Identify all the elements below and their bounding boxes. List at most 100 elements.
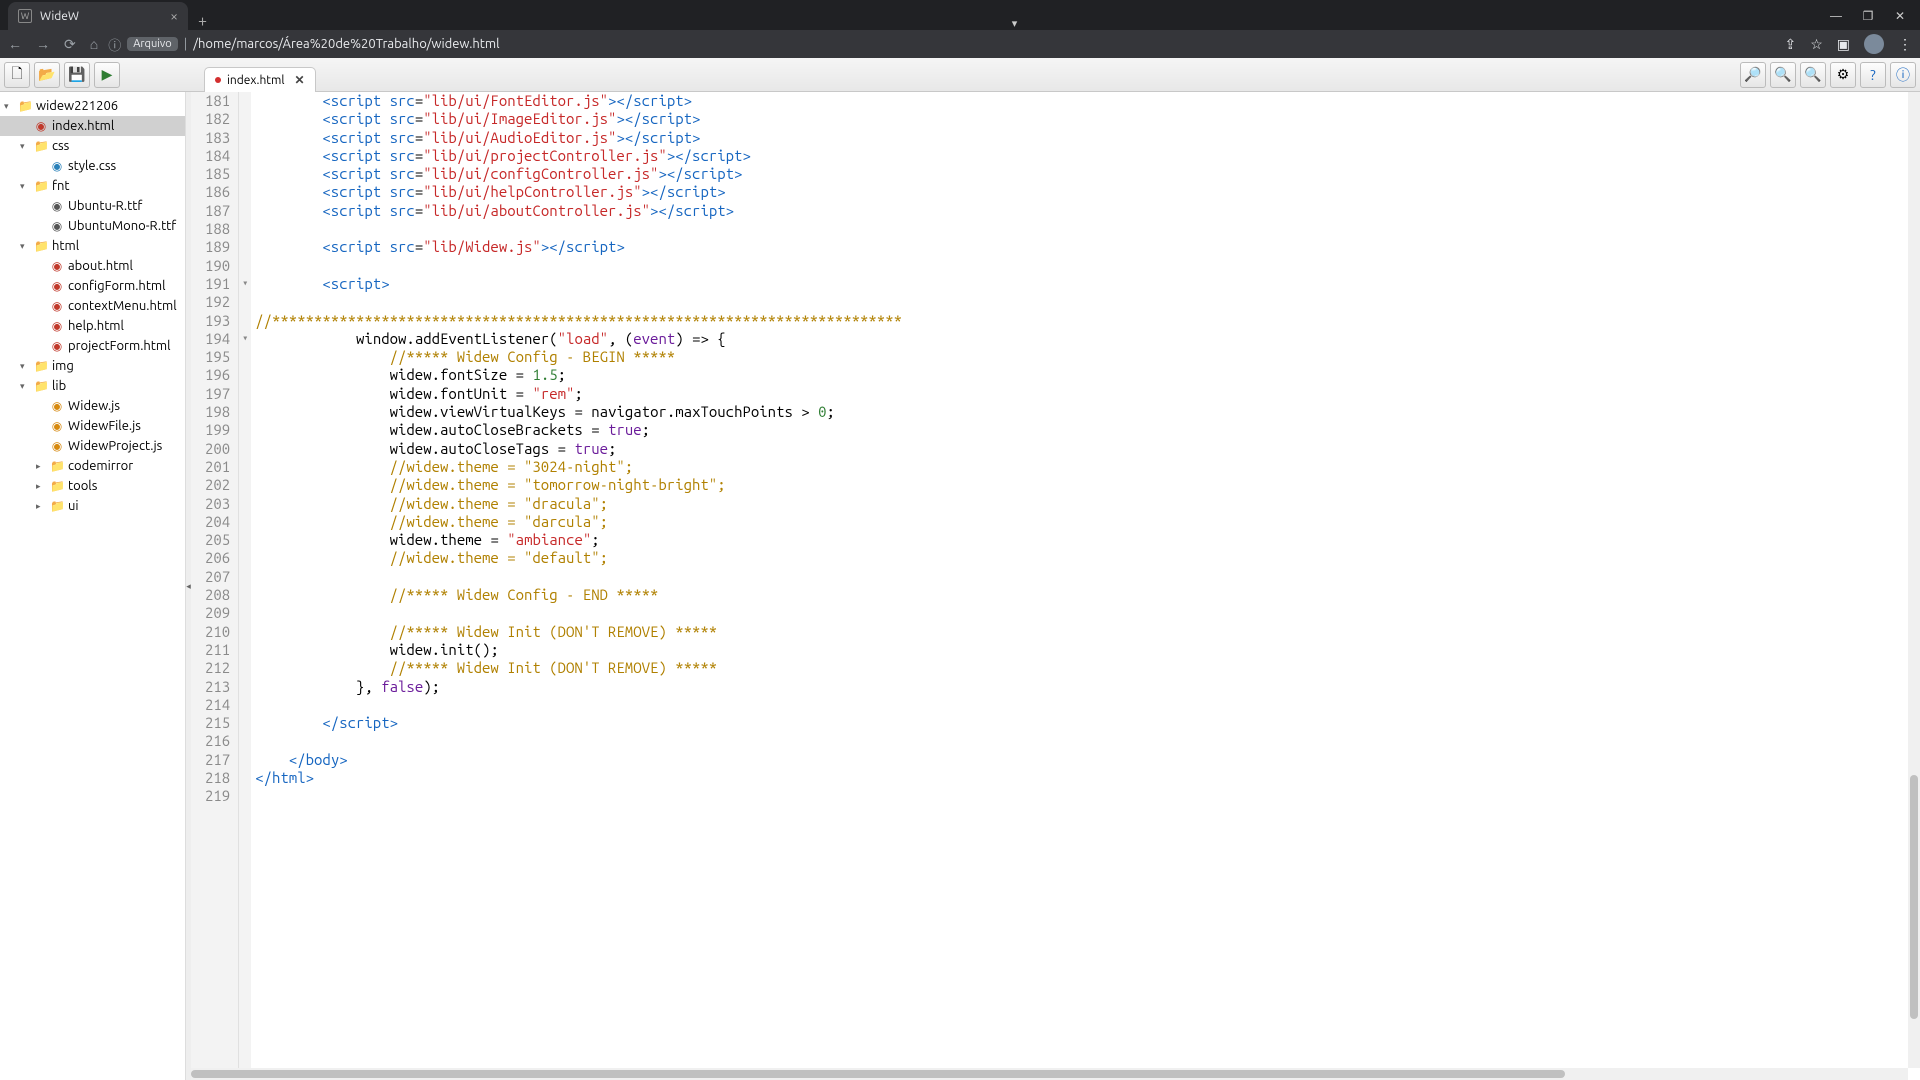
- close-window-button[interactable]: ✕: [1886, 9, 1914, 23]
- code-line[interactable]: widew.theme = "ambiance";: [255, 531, 1920, 549]
- tree-file[interactable]: ◉help.html: [0, 316, 185, 336]
- tree-folder[interactable]: ▸📁codemirror: [0, 456, 185, 476]
- line-number[interactable]: 202: [205, 476, 230, 494]
- close-editor-tab-icon[interactable]: ✕: [295, 73, 305, 87]
- code-line[interactable]: [255, 787, 1920, 805]
- line-number[interactable]: 208: [205, 586, 230, 604]
- code-line[interactable]: <script src="lib/ui/helpController.js"><…: [255, 183, 1920, 201]
- tree-disclosure-icon[interactable]: ▸: [36, 501, 46, 512]
- code-line[interactable]: <script src="lib/ui/aboutController.js">…: [255, 202, 1920, 220]
- code-line[interactable]: [255, 293, 1920, 311]
- code-line[interactable]: widew.fontUnit = "rem";: [255, 385, 1920, 403]
- line-number[interactable]: 182: [205, 110, 230, 128]
- code-line[interactable]: //***** Widew Init (DON'T REMOVE) *****: [255, 659, 1920, 677]
- tree-folder[interactable]: ▾📁img: [0, 356, 185, 376]
- line-number[interactable]: 215: [205, 714, 230, 732]
- code-editor[interactable]: 1811821831841851861871881891901911921931…: [191, 92, 1920, 1080]
- line-number[interactable]: 205: [205, 531, 230, 549]
- tree-file[interactable]: ◉about.html: [0, 256, 185, 276]
- code-line[interactable]: widew.init();: [255, 641, 1920, 659]
- line-number[interactable]: 214: [205, 696, 230, 714]
- fold-marker[interactable]: ▾: [239, 275, 251, 293]
- code-line[interactable]: <script src="lib/ui/projectController.js…: [255, 147, 1920, 165]
- line-number[interactable]: 198: [205, 403, 230, 421]
- tree-file[interactable]: ◉index.html: [0, 116, 185, 136]
- line-number[interactable]: 201: [205, 458, 230, 476]
- code-line[interactable]: [255, 604, 1920, 622]
- line-number[interactable]: 187: [205, 202, 230, 220]
- tree-folder[interactable]: ▾📁widew221206: [0, 96, 185, 116]
- line-number[interactable]: 211: [205, 641, 230, 659]
- vertical-scrollbar-thumb[interactable]: [1910, 775, 1918, 1019]
- line-number[interactable]: 219: [205, 787, 230, 805]
- line-number[interactable]: 185: [205, 165, 230, 183]
- line-number[interactable]: 196: [205, 366, 230, 384]
- line-number[interactable]: 184: [205, 147, 230, 165]
- line-number[interactable]: 181: [205, 92, 230, 110]
- editor-tab[interactable]: index.html ✕: [204, 67, 316, 92]
- code-line[interactable]: }, false);: [255, 678, 1920, 696]
- tree-disclosure-icon[interactable]: ▾: [20, 181, 30, 192]
- menu-icon[interactable]: ⋮: [1898, 36, 1912, 53]
- code-line[interactable]: [255, 696, 1920, 714]
- tree-disclosure-icon[interactable]: ▾: [4, 101, 14, 112]
- code-line[interactable]: //widew.theme = "dracula";: [255, 495, 1920, 513]
- tree-file[interactable]: ◉WidewFile.js: [0, 416, 185, 436]
- line-number[interactable]: 216: [205, 732, 230, 750]
- line-number[interactable]: 204: [205, 513, 230, 531]
- line-number[interactable]: 192: [205, 293, 230, 311]
- code-line[interactable]: widew.viewVirtualKeys = navigator.maxTou…: [255, 403, 1920, 421]
- code-line[interactable]: [255, 220, 1920, 238]
- minimize-button[interactable]: ―: [1822, 10, 1850, 23]
- line-number[interactable]: 207: [205, 568, 230, 586]
- reload-button[interactable]: ⟳: [64, 36, 76, 53]
- code-line[interactable]: //***** Widew Config - BEGIN *****: [255, 348, 1920, 366]
- back-button[interactable]: ←: [8, 36, 22, 52]
- code-line[interactable]: //**************************************…: [255, 312, 1920, 330]
- tree-file[interactable]: ◉style.css: [0, 156, 185, 176]
- code-line[interactable]: [255, 257, 1920, 275]
- code-line[interactable]: [255, 568, 1920, 586]
- fold-gutter[interactable]: ▾▾: [239, 92, 251, 1080]
- code-line[interactable]: [255, 732, 1920, 750]
- code-line[interactable]: <script src="lib/ui/FontEditor.js"></scr…: [255, 92, 1920, 110]
- tree-folder[interactable]: ▾📁html: [0, 236, 185, 256]
- line-number[interactable]: 183: [205, 129, 230, 147]
- code-line[interactable]: //widew.theme = "3024-night";: [255, 458, 1920, 476]
- tree-folder[interactable]: ▸📁tools: [0, 476, 185, 496]
- code-line[interactable]: //widew.theme = "darcula";: [255, 513, 1920, 531]
- line-number[interactable]: 190: [205, 257, 230, 275]
- site-info-icon[interactable]: ⓘ: [108, 35, 121, 54]
- tree-disclosure-icon[interactable]: ▾: [20, 381, 30, 392]
- horizontal-scrollbar-thumb[interactable]: [191, 1070, 1565, 1078]
- line-number[interactable]: 217: [205, 751, 230, 769]
- tree-file[interactable]: ◉Ubuntu-R.ttf: [0, 196, 185, 216]
- help-button[interactable]: ?: [1860, 62, 1886, 88]
- code-line[interactable]: //***** Widew Config - END *****: [255, 586, 1920, 604]
- tree-folder[interactable]: ▸📁ui: [0, 496, 185, 516]
- file-tree[interactable]: ▾📁widew221206◉index.html▾📁css◉style.css▾…: [0, 92, 186, 1080]
- line-number[interactable]: 203: [205, 495, 230, 513]
- horizontal-scrollbar[interactable]: [191, 1068, 1908, 1080]
- line-number[interactable]: 210: [205, 623, 230, 641]
- tree-disclosure-icon[interactable]: ▸: [36, 481, 46, 492]
- zoom-reset-button[interactable]: 🔍: [1800, 62, 1826, 88]
- code-line[interactable]: widew.autoCloseTags = true;: [255, 440, 1920, 458]
- line-number-gutter[interactable]: 1811821831841851861871881891901911921931…: [191, 92, 239, 1080]
- code-line[interactable]: </script>: [255, 714, 1920, 732]
- line-number[interactable]: 197: [205, 385, 230, 403]
- code-line[interactable]: <script src="lib/ui/ImageEditor.js"></sc…: [255, 110, 1920, 128]
- line-number[interactable]: 200: [205, 440, 230, 458]
- line-number[interactable]: 195: [205, 348, 230, 366]
- save-file-button[interactable]: 💾: [64, 62, 90, 88]
- tree-disclosure-icon[interactable]: ▸: [36, 461, 46, 472]
- close-tab-icon[interactable]: ×: [170, 8, 178, 24]
- run-button[interactable]: ▶: [94, 62, 120, 88]
- tree-disclosure-icon[interactable]: ▾: [20, 241, 30, 252]
- tree-disclosure-icon[interactable]: ▾: [20, 141, 30, 152]
- line-number[interactable]: 189: [205, 238, 230, 256]
- tree-file[interactable]: ◉WidewProject.js: [0, 436, 185, 456]
- profile-avatar[interactable]: [1864, 34, 1884, 54]
- code-line[interactable]: window.addEventListener("load", (event) …: [255, 330, 1920, 348]
- line-number[interactable]: 186: [205, 183, 230, 201]
